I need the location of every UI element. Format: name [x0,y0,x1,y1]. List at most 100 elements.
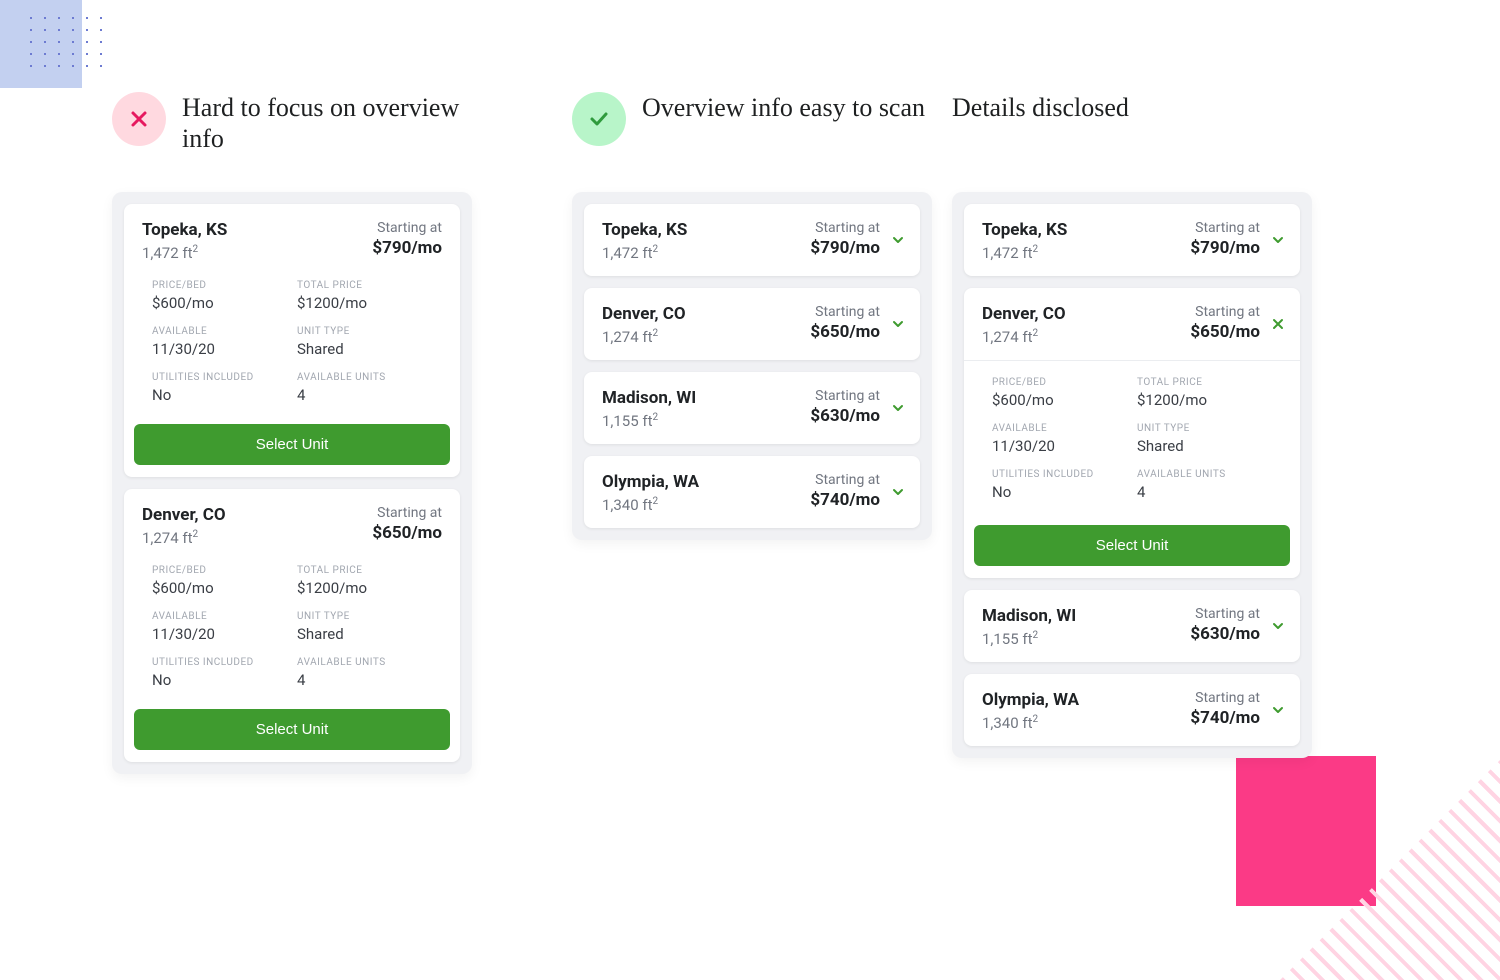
chevron-down-icon[interactable] [1268,700,1288,720]
listing-price: $790/mo [372,238,442,258]
value-available: 11/30/20 [152,625,297,643]
listing-area: 1,472 ft2 [142,244,227,262]
label-available: AVAILABLE [992,423,1137,434]
listing-card: Topeka, KS 1,472 ft2 Starting at $790/mo… [124,204,460,477]
example-bad-column: Hard to focus on overview info Topeka, K… [112,92,472,774]
listing-area: 1,274 ft2 [982,328,1066,346]
listing-location: Denver, CO [142,505,226,525]
chevron-down-icon[interactable] [888,314,908,334]
label-utilities: UTILITIES INCLUDED [152,372,297,383]
starting-at-label: Starting at [1190,304,1260,320]
listing-price: $650/mo [810,322,880,342]
starting-at-label: Starting at [372,220,442,236]
listing-card: Denver, CO 1,274 ft2 Starting at $650/mo… [124,489,460,762]
listing-location: Topeka, KS [982,220,1067,240]
starting-at-label: Starting at [810,220,880,236]
value-available: 11/30/20 [152,340,297,358]
listing-location: Denver, CO [602,304,686,324]
listing-price: $630/mo [1190,624,1260,644]
value-pricebed: $600/mo [992,391,1137,409]
value-utilities: No [152,671,297,689]
panel-bad: Topeka, KS 1,472 ft2 Starting at $790/mo… [112,192,472,774]
listing-location: Madison, WI [602,388,696,408]
listing-price: $740/mo [810,490,880,510]
example-good-column: Overview info easy to scan Topeka, KS 1,… [572,92,932,540]
close-icon[interactable] [1268,314,1288,334]
label-available: AVAILABLE [152,326,297,337]
value-unittype: Shared [297,625,442,643]
panel-good: Topeka, KS 1,472 ft2 Starting at $790/mo [572,192,932,540]
label-pricebed: PRICE/BED [152,565,297,576]
heading-bad: Hard to focus on overview info [182,92,472,154]
label-unittype: UNIT TYPE [297,326,442,337]
listing-area: 1,340 ft2 [602,496,699,514]
decoration-pink [1236,756,1376,906]
listing-area: 1,472 ft2 [602,244,687,262]
listing-card-collapsed[interactable]: Topeka, KS 1,472 ft2 Starting at $790/mo [584,204,920,276]
listing-area: 1,274 ft2 [142,529,226,547]
status-bad-badge [112,92,166,146]
starting-at-label: Starting at [372,505,442,521]
listing-card-collapsed[interactable]: Madison, WI 1,155 ft2 Starting at $630/m… [584,372,920,444]
label-utilities: UTILITIES INCLUDED [152,657,297,668]
chevron-down-icon[interactable] [1268,616,1288,636]
value-unittype: Shared [297,340,442,358]
listing-card-collapsed[interactable]: Olympia, WA 1,340 ft2 Starting at $740/m… [964,674,1300,746]
cross-icon [129,109,149,129]
listing-location: Topeka, KS [602,220,687,240]
value-available: 11/30/20 [992,437,1137,455]
listing-card-collapsed[interactable]: Denver, CO 1,274 ft2 Starting at $650/mo [584,288,920,360]
listing-area: 1,340 ft2 [982,714,1079,732]
listing-card-collapsed[interactable]: Topeka, KS 1,472 ft2 Starting at $790/mo [964,204,1300,276]
label-totalprice: TOTAL PRICE [297,565,442,576]
value-totalprice: $1200/mo [297,579,442,597]
check-icon [588,108,610,130]
panel-disclosed: Topeka, KS 1,472 ft2 Starting at $790/mo [952,192,1312,758]
value-pricebed: $600/mo [152,579,297,597]
label-unittype: UNIT TYPE [297,611,442,622]
starting-at-label: Starting at [810,304,880,320]
chevron-down-icon[interactable] [888,398,908,418]
listing-price: $790/mo [810,238,880,258]
listing-location: Olympia, WA [602,472,699,492]
starting-at-label: Starting at [810,472,880,488]
listing-location: Olympia, WA [982,690,1079,710]
listing-card-collapsed[interactable]: Madison, WI 1,155 ft2 Starting at $630/m… [964,590,1300,662]
listing-area: 1,155 ft2 [602,412,696,430]
starting-at-label: Starting at [1190,220,1260,236]
starting-at-label: Starting at [1190,606,1260,622]
value-totalprice: $1200/mo [297,294,442,312]
chevron-down-icon[interactable] [888,230,908,250]
heading-disclosed: Details disclosed [952,92,1129,123]
listing-card-expanded: Denver, CO 1,274 ft2 Starting at $650/mo… [964,288,1300,578]
select-unit-button[interactable]: Select Unit [134,709,450,750]
listing-area: 1,155 ft2 [982,630,1076,648]
starting-at-label: Starting at [1190,690,1260,706]
example-disclosed-column: Details disclosed Topeka, KS 1,472 ft2 S… [952,92,1312,758]
listing-price: $740/mo [1190,708,1260,728]
label-availunits: AVAILABLE UNITS [297,657,442,668]
listing-location: Topeka, KS [142,220,227,240]
value-utilities: No [992,483,1137,501]
label-availunits: AVAILABLE UNITS [297,372,442,383]
starting-at-label: Starting at [810,388,880,404]
chevron-down-icon[interactable] [1268,230,1288,250]
label-unittype: UNIT TYPE [1137,423,1282,434]
label-availunits: AVAILABLE UNITS [1137,469,1282,480]
label-totalprice: TOTAL PRICE [1137,377,1282,388]
status-good-badge [572,92,626,146]
listing-price: $650/mo [1190,322,1260,342]
label-totalprice: TOTAL PRICE [297,280,442,291]
listing-price: $630/mo [810,406,880,426]
value-totalprice: $1200/mo [1137,391,1282,409]
value-unittype: Shared [1137,437,1282,455]
select-unit-button[interactable]: Select Unit [134,424,450,465]
heading-good: Overview info easy to scan [642,92,925,123]
select-unit-button[interactable]: Select Unit [974,525,1290,566]
value-availunits: 4 [297,386,442,404]
listing-card-collapsed[interactable]: Olympia, WA 1,340 ft2 Starting at $740/m… [584,456,920,528]
value-pricebed: $600/mo [152,294,297,312]
chevron-down-icon[interactable] [888,482,908,502]
value-availunits: 4 [1137,483,1282,501]
label-available: AVAILABLE [152,611,297,622]
